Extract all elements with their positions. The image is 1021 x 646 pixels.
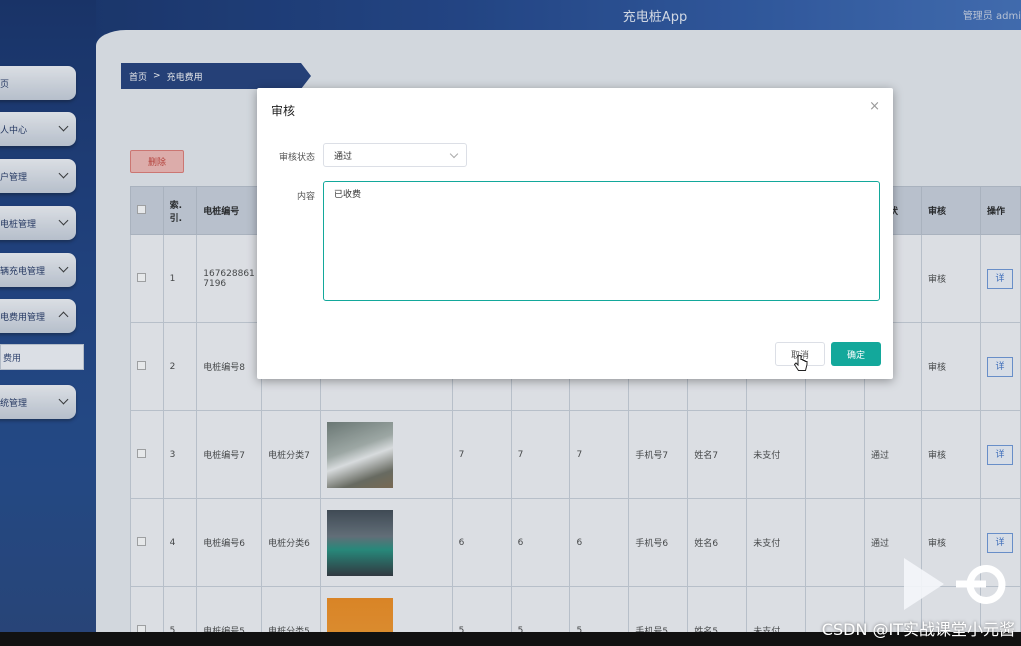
close-icon[interactable]: × <box>869 99 880 114</box>
player-logo-icon <box>904 558 1006 610</box>
audit-status-select[interactable]: 通过 <box>323 143 467 167</box>
audit-status-value: 通过 <box>334 151 353 162</box>
csdn-watermark: CSDN @IT实战课堂小元酱 <box>821 620 1015 639</box>
confirm-button[interactable]: 确定 <box>831 342 881 366</box>
dialog-title: 审核 <box>271 104 296 118</box>
chevron-down-icon <box>449 149 459 159</box>
audit-status-label: 审核状态 <box>278 153 315 163</box>
content-textarea[interactable]: 已收费 <box>323 181 880 301</box>
content-label: 内容 <box>296 192 315 202</box>
audit-dialog: 审核 × 审核状态 通过 内容 已收费 取消 确定 <box>257 88 893 379</box>
hand-cursor-icon <box>794 355 808 371</box>
